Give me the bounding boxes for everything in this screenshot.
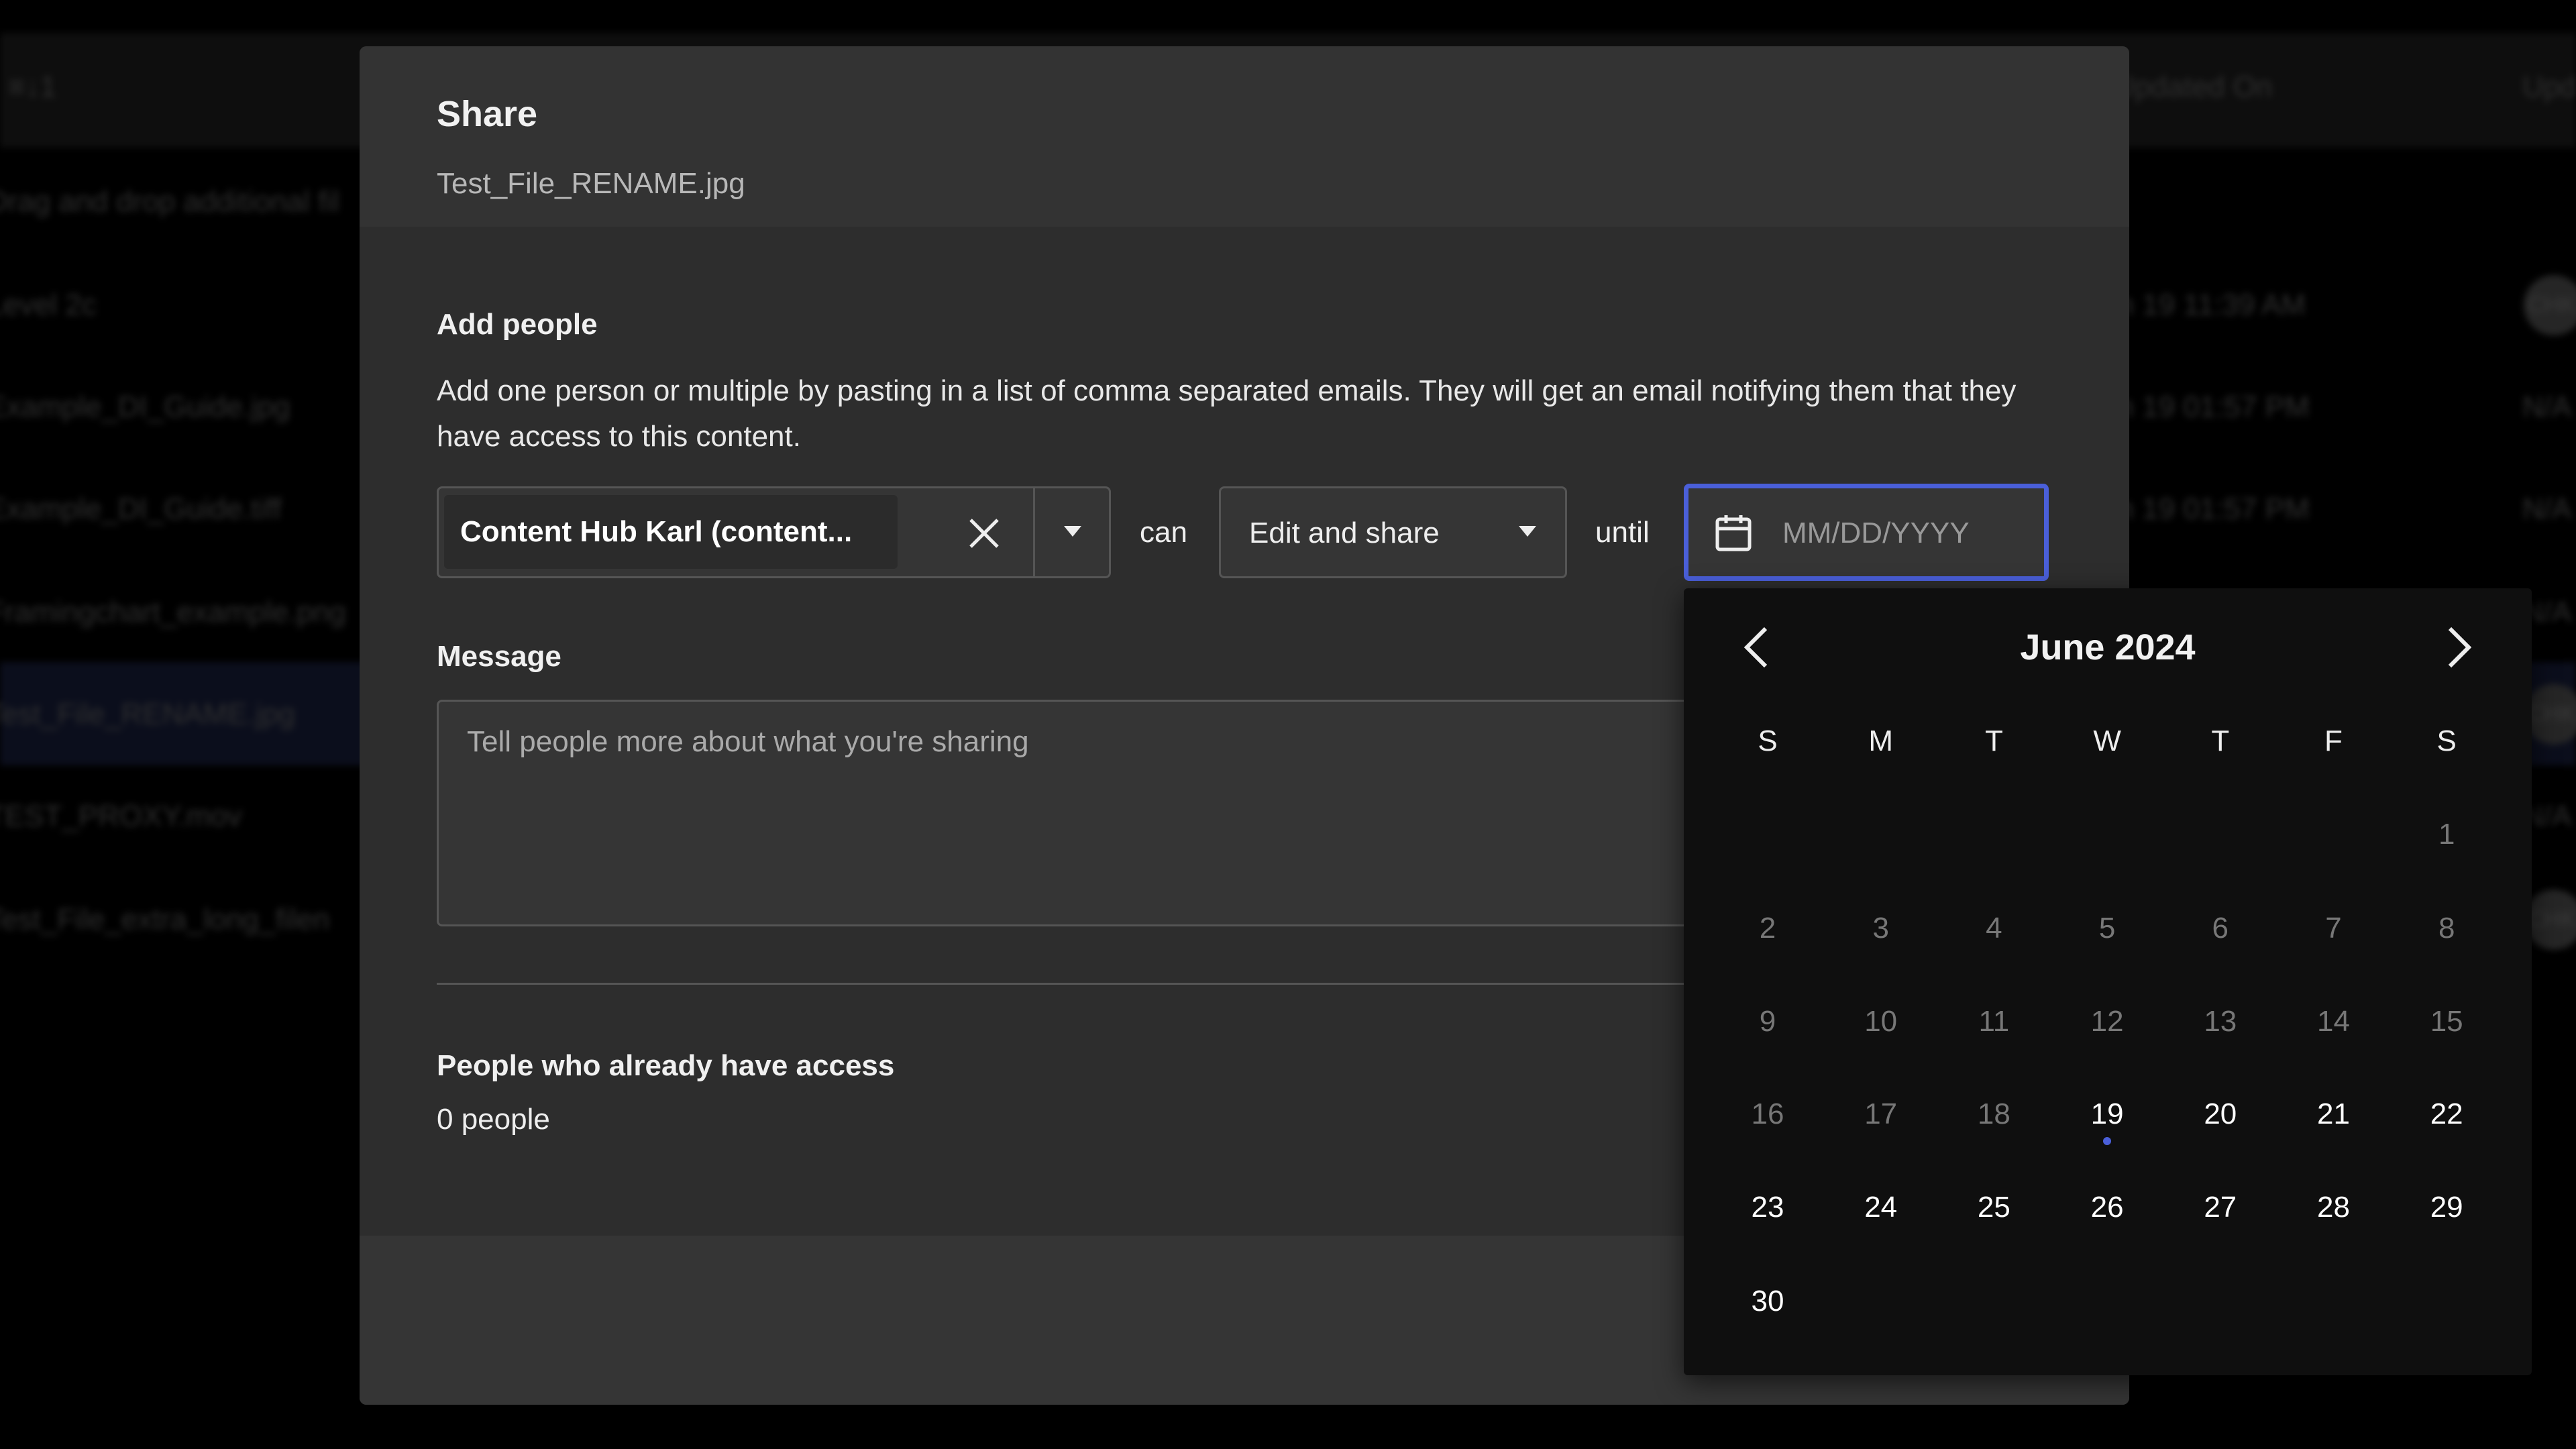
permission-value: Edit and share (1249, 517, 1440, 549)
background-avatar: CHK (2524, 275, 2576, 335)
background-sort-header: ≡↓1 (8, 70, 57, 103)
calendar-day-today[interactable]: 19 (2067, 1097, 2147, 1131)
message-placeholder: Tell people more about what you're shari… (467, 725, 1029, 758)
weekday-label: T (2211, 724, 2230, 757)
weekday-label: F (2324, 724, 2343, 757)
calendar-day: 16 (1751, 1097, 1784, 1130)
calendar-day: 15 (2430, 1005, 2463, 1038)
dialog-title: Share (437, 94, 538, 134)
calendar-day: 5 (2098, 912, 2116, 945)
calendar-day: 9 (1759, 1005, 1776, 1038)
previous-month-icon[interactable] (1743, 626, 1770, 669)
access-label: People who already have access (437, 1049, 895, 1082)
background-row-updated-by: N/A (2522, 492, 2572, 525)
background-row-name: Example_DI_Guide.jpg (0, 390, 290, 423)
permission-select[interactable]: Edit and share (1219, 486, 1567, 578)
background-updated-on-header: Updated On (2113, 70, 2273, 103)
today-indicator (2103, 1137, 2112, 1145)
calendar-day[interactable]: 26 (2067, 1191, 2147, 1224)
background-row-name: Level 2c (0, 288, 97, 321)
calendar-day: 11 (1978, 1005, 2010, 1038)
calendar-day: 4 (1986, 912, 2002, 945)
can-label: can (1140, 516, 1187, 549)
calendar-day[interactable]: 23 (1727, 1191, 1808, 1224)
calendar-month-title: June 2024 (2020, 627, 2196, 667)
calendar-day: 14 (2317, 1005, 2350, 1038)
background-row-name: Test_File_RENAME.jpg (0, 698, 295, 731)
weekday-label: M (1868, 724, 1894, 757)
dialog-filename: Test_File_RENAME.jpg (437, 167, 745, 200)
background-row-name: TEST_PROXY.mov (0, 800, 242, 833)
caret-down-icon (1519, 526, 1536, 537)
date-picker-popup: June 2024 S M T W T F S 1 2 3 4 5 6 7 8 9 10 11 12 13 14 15 16… (1684, 588, 2532, 1375)
calendar-day: 13 (2204, 1005, 2237, 1038)
calendar-day: 7 (2325, 912, 2342, 945)
add-people-label: Add people (437, 308, 598, 341)
calendar-day: 3 (1872, 912, 1889, 945)
calendar-day: 6 (2212, 912, 2229, 945)
background-row-name: Example_DI_Guide.tiff (0, 492, 282, 525)
calendar-day: 17 (1864, 1097, 1898, 1130)
caret-down-icon[interactable] (1064, 526, 1081, 537)
people-picker[interactable]: Content Hub Karl (content... (437, 486, 1111, 578)
date-placeholder: MM/DD/YYYY (1782, 517, 1970, 549)
calendar-day[interactable]: 21 (2294, 1097, 2374, 1131)
calendar-day: 18 (1977, 1097, 2010, 1130)
calendar-icon[interactable] (1715, 514, 1752, 551)
message-label: Message (437, 640, 561, 673)
calendar-day: 12 (2090, 1005, 2124, 1038)
background-updated-by-header: Upd (2522, 70, 2576, 103)
background-row-name: Drag and drop additional fil (0, 185, 339, 218)
background-avatar-initials: CHK (2528, 906, 2576, 932)
calendar-day[interactable]: 30 (1727, 1285, 1808, 1318)
background-row-name: Framingchart_example.png (0, 596, 346, 629)
weekday-label: S (2436, 724, 2457, 757)
calendar-day[interactable]: 20 (2180, 1097, 2261, 1131)
until-label: until (1595, 516, 1650, 549)
weekday-label: T (1984, 724, 2003, 757)
calendar-day[interactable]: 25 (1953, 1191, 2034, 1224)
clear-icon[interactable] (967, 517, 1001, 550)
background-row-updated-by: N/A (2522, 390, 2572, 423)
background-avatar-initials: CHK (2528, 701, 2576, 727)
access-count: 0 people (437, 1103, 550, 1136)
calendar-day[interactable]: 24 (1841, 1191, 1921, 1224)
weekday-label: W (2093, 724, 2121, 757)
calendar-day: 1 (2438, 818, 2455, 851)
next-month-icon[interactable] (2446, 626, 2473, 669)
calendar-day[interactable]: 27 (2180, 1191, 2261, 1224)
picker-divider (1033, 488, 1035, 576)
calendar-day[interactable]: 28 (2294, 1191, 2374, 1224)
calendar-day[interactable]: 29 (2406, 1191, 2487, 1224)
background-row-name: Test_File_extra_long_filen (0, 903, 330, 936)
expiry-date-input[interactable]: MM/DD/YYYY (1684, 484, 2049, 581)
add-people-description: Add one person or multiple by pasting in… (437, 374, 2017, 453)
calendar-day: 8 (2438, 912, 2455, 945)
calendar-day: 2 (1759, 912, 1776, 945)
calendar-day[interactable]: 22 (2406, 1097, 2487, 1131)
background-avatar-initials: CHK (2528, 292, 2576, 318)
person-chip: Content Hub Karl (content... (444, 495, 898, 569)
calendar-day: 10 (1864, 1005, 1898, 1038)
weekday-label: S (1758, 724, 1778, 757)
